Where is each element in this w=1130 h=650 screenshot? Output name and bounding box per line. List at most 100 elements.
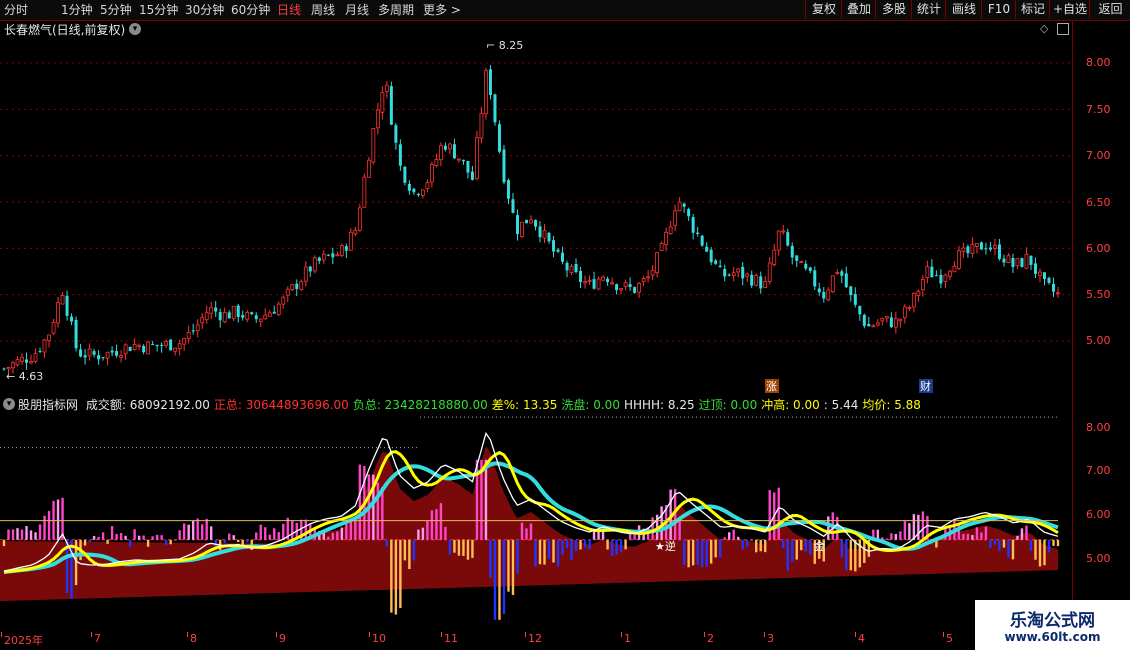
histogram-bar-neg [237,539,240,542]
histogram-bar-pos [205,518,208,540]
histogram-bar-neg [543,539,546,565]
fuquan-button[interactable]: 复权 [805,0,842,19]
period-30min[interactable]: 30分钟 [185,2,224,18]
candle-up [619,288,623,291]
histogram-bar-neg [795,539,798,560]
candle-up [47,334,51,342]
high-price-label: ⌐ 8.25 [486,39,523,52]
add-watchlist-button[interactable]: +自选 [1049,0,1090,19]
candle-up [947,270,952,277]
draw-line-button[interactable]: 画线 [945,0,982,19]
stock-title-bar: 长春燃气(日线,前复权) ▾ ◇ [0,20,1072,38]
candle-down [691,217,695,233]
stats-button[interactable]: 统计 [911,0,946,19]
histogram-bar-pos [151,536,154,540]
histogram-bar-neg [782,539,785,549]
histogram-bar-neg [624,539,627,550]
candle-up [993,245,997,249]
period-fenshi[interactable]: 分时 [4,2,28,18]
candle-up [222,312,227,323]
period-60min[interactable]: 60分钟 [231,2,270,18]
indicator-tick: 6.00 [1086,508,1111,521]
histogram-bar-pos [56,499,60,540]
candle-down [389,86,393,125]
candle-down [817,288,821,293]
diamond-icon[interactable]: ◇ [1040,22,1048,35]
candle-down [1051,283,1055,292]
candle-down [844,273,848,288]
histogram-bar-pos [984,526,988,540]
candle-down [813,270,817,287]
histogram-bar-pos [110,526,114,540]
candle-up [384,84,389,92]
candle-up [425,182,430,189]
candle-up [587,280,592,282]
histogram-bar-pos [723,537,726,540]
indicator-tick: 7.00 [1086,464,1111,477]
histogram-bar-pos [966,533,970,540]
period-1min[interactable]: 1分钟 [61,2,93,18]
period-daily[interactable]: 日线 [277,2,301,18]
candlestick-chart[interactable]: ⌐ 8.25 ← 4.63 涨 财 [0,38,1072,395]
candle-down [547,232,551,242]
back-button[interactable]: 返回 [1089,0,1130,19]
indicator-chart[interactable]: ★逆 金 [0,413,1072,632]
time-tick [525,632,526,637]
histogram-bar-pos [980,532,983,540]
time-tick [704,632,705,637]
candle-down [849,286,853,296]
candle-up [335,254,340,257]
multi-stock-button[interactable]: 多股 [875,0,912,19]
histogram-bar-neg [462,539,465,556]
candle-down [272,311,276,314]
f10-button[interactable]: F10 [981,0,1016,19]
histogram-bar-neg [547,539,551,559]
indicator-menu-icon[interactable]: ▾ [3,398,15,410]
candle-up [583,281,587,284]
histogram-bar-neg [849,539,853,571]
candle-up [173,347,178,352]
time-tick [276,632,277,637]
candle-up [659,243,664,251]
candle-up [42,339,47,353]
histogram-bar-neg [1047,539,1051,553]
overlay-button[interactable]: 叠加 [841,0,876,19]
candle-down [718,265,722,268]
period-weekly[interactable]: 周线 [311,2,335,18]
period-monthly[interactable]: 月线 [345,2,369,18]
candle-down [934,275,938,277]
candle-down [511,199,515,213]
signal-mark-jin: 金 [814,539,825,553]
histogram-bar-pos [92,536,96,540]
time-label: 1 [624,632,631,645]
histogram-bar-pos [124,535,127,540]
histogram-bar-neg [516,539,519,574]
histogram-bar-neg [565,539,569,548]
mark-button[interactable]: 标记 [1015,0,1050,19]
histogram-bar-pos [885,538,889,540]
histogram-bar-neg [173,539,177,541]
chevron-down-icon[interactable]: ▾ [129,23,141,35]
candle-down [160,344,164,346]
candle-up [475,137,479,179]
candle-up [132,344,137,350]
candle-down [1002,258,1006,263]
candle-up [943,274,948,282]
histogram-bar-neg [457,539,461,556]
candle-up [781,230,786,233]
indicator-field-7: 冲高: 0.00 [761,398,820,412]
period-5min[interactable]: 5分钟 [100,2,132,18]
event-tag[interactable]: 财 [920,379,931,393]
candle-down [398,144,402,166]
period-multi[interactable]: 多周期 [378,2,414,18]
event-tag[interactable]: 涨 [766,380,777,393]
histogram-bar-neg [502,539,506,614]
period-more[interactable]: 更多 > [423,2,461,18]
candle-up [880,318,885,322]
window-toggle-icon[interactable] [1057,23,1069,35]
candle-down [822,292,826,299]
period-15min[interactable]: 15分钟 [139,2,178,18]
histogram-bar-pos [678,520,681,540]
candle-down [700,235,704,246]
period-toolbar: 分时 1分钟 5分钟 15分钟 30分钟 60分钟 日线 周线 月线 多周期 更… [0,0,1130,21]
